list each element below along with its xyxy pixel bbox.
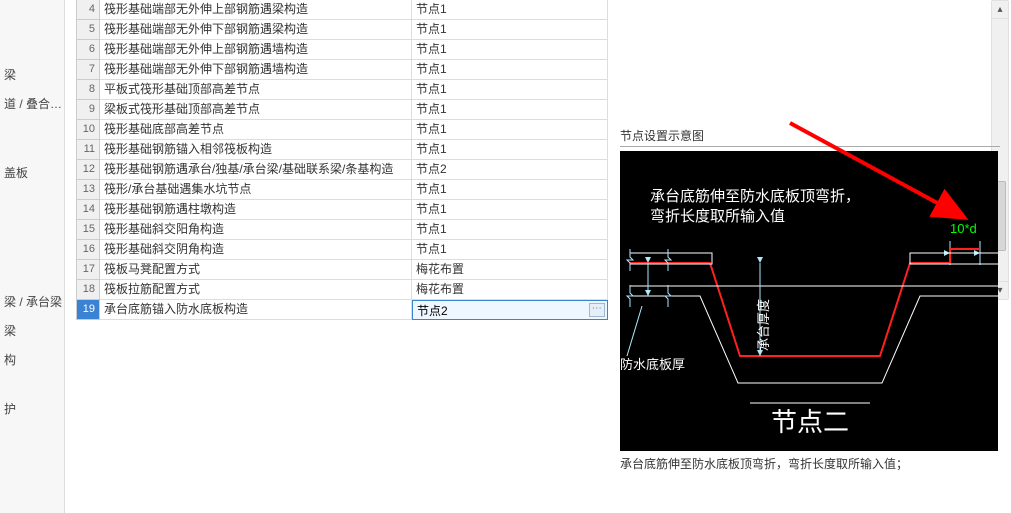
- sidebar-item[interactable]: 构: [0, 345, 64, 374]
- row-number: 11: [76, 140, 100, 160]
- diagram-desc-1: 承台底筋伸至防水底板顶弯折，: [650, 187, 860, 205]
- row-name: 筏形基础钢筋锚入相邻筏板构造: [100, 140, 412, 160]
- diagram-title: 节点设置示意图: [620, 125, 1000, 147]
- sidebar-item: [0, 118, 64, 158]
- row-name: 筏形基础钢筋遇承台/独基/承台梁/基础联系梁/条基构造: [100, 160, 412, 180]
- value-input[interactable]: [413, 301, 607, 319]
- row-number: 15: [76, 220, 100, 240]
- table-row[interactable]: 7筏形基础端部无外伸下部钢筋遇墙构造节点1: [76, 60, 610, 80]
- row-value[interactable]: 节点1: [412, 0, 608, 20]
- row-name: 筏形基础斜交阳角构造: [100, 220, 412, 240]
- sidebar-item[interactable]: 梁 / 承台梁: [0, 287, 64, 316]
- diagram-box: 承台底筋伸至防水底板顶弯折， 弯折长度取所输入值 10*d: [620, 151, 998, 451]
- row-number: 7: [76, 60, 100, 80]
- sidebar-item: [0, 187, 64, 287]
- row-value[interactable]: 节点1: [412, 240, 608, 260]
- row-name: 筏形基础钢筋遇柱墩构造: [100, 200, 412, 220]
- diagram-caption: 承台底筋伸至防水底板顶弯折，弯折长度取所输入值；: [620, 455, 1000, 472]
- sidebar-item[interactable]: 梁: [0, 60, 64, 89]
- row-number: 18: [76, 280, 100, 300]
- sidebar-item[interactable]: 盖板: [0, 158, 64, 187]
- table-row[interactable]: 18筏板拉筋配置方式梅花布置: [76, 280, 610, 300]
- settings-table: 4筏形基础端部无外伸上部钢筋遇梁构造节点15筏形基础端部无外伸下部钢筋遇梁构造节…: [76, 0, 610, 320]
- row-name: 筏形基础端部无外伸上部钢筋遇墙构造: [100, 40, 412, 60]
- row-number: 4: [76, 0, 100, 20]
- row-number: 12: [76, 160, 100, 180]
- table-row[interactable]: 4筏形基础端部无外伸上部钢筋遇梁构造节点1: [76, 0, 610, 20]
- row-number: 16: [76, 240, 100, 260]
- row-value[interactable]: 节点1: [412, 80, 608, 100]
- diagram-panel: 节点设置示意图 承台底筋伸至防水底板顶弯折， 弯折长度取所输入值 10*d: [620, 125, 1000, 472]
- sidebar-item[interactable]: 梁: [0, 316, 64, 345]
- row-name: 筏形基础斜交阴角构造: [100, 240, 412, 260]
- table-row[interactable]: 15筏形基础斜交阳角构造节点1: [76, 220, 610, 240]
- app-root: 梁 道 / 叠合… 盖板 梁 / 承台梁 梁 构 护 4筏形基础端部无外伸上部钢…: [0, 0, 1011, 513]
- table-row[interactable]: 11筏形基础钢筋锚入相邻筏板构造节点1: [76, 140, 610, 160]
- row-value[interactable]: 节点1: [412, 220, 608, 240]
- table-row[interactable]: 17筏板马凳配置方式梅花布置: [76, 260, 610, 280]
- row-number: 14: [76, 200, 100, 220]
- diagram-label-thick: 防水底板厚: [620, 357, 685, 372]
- table-row[interactable]: 14筏形基础钢筋遇柱墩构造节点1: [76, 200, 610, 220]
- diagram-footer-title: 节点二: [771, 407, 849, 437]
- row-number: 13: [76, 180, 100, 200]
- table-row[interactable]: 12筏形基础钢筋遇承台/独基/承台梁/基础联系梁/条基构造节点2: [76, 160, 610, 180]
- row-value[interactable]: 节点1: [412, 140, 608, 160]
- row-value[interactable]: 节点1: [412, 180, 608, 200]
- table-row[interactable]: 6筏形基础端部无外伸上部钢筋遇墙构造节点1: [76, 40, 610, 60]
- table-row-selected[interactable]: 19承台底筋锚入防水底板构造 ⋯: [76, 300, 610, 320]
- row-value[interactable]: 节点1: [412, 40, 608, 60]
- row-name: 筏形基础端部无外伸下部钢筋遇墙构造: [100, 60, 412, 80]
- row-name: 筏形基础底部高差节点: [100, 120, 412, 140]
- row-number: 5: [76, 20, 100, 40]
- row-value[interactable]: 节点1: [412, 60, 608, 80]
- diagram-dim-top-right: 10*d: [950, 221, 977, 236]
- scroll-up-icon[interactable]: ▴: [992, 1, 1008, 19]
- sidebar-item[interactable]: 护: [0, 394, 64, 423]
- row-name: 筏形/承台基础遇集水坑节点: [100, 180, 412, 200]
- sidebar: 梁 道 / 叠合… 盖板 梁 / 承台梁 梁 构 护: [0, 0, 65, 513]
- diagram-rebar-path: [630, 249, 980, 356]
- row-value[interactable]: 节点1: [412, 100, 608, 120]
- row-number: 6: [76, 40, 100, 60]
- table-row[interactable]: 16筏形基础斜交阴角构造节点1: [76, 240, 610, 260]
- row-name: 筏形基础端部无外伸上部钢筋遇梁构造: [100, 0, 412, 20]
- row-value[interactable]: 节点2: [412, 160, 608, 180]
- row-name: 筏板马凳配置方式: [100, 260, 412, 280]
- sidebar-item[interactable]: 道 / 叠合…: [0, 89, 64, 118]
- table-row[interactable]: 9梁板式筏形基础顶部高差节点节点1: [76, 100, 610, 120]
- row-name: 筏形基础端部无外伸下部钢筋遇梁构造: [100, 20, 412, 40]
- row-value-editor[interactable]: ⋯: [412, 300, 608, 320]
- browse-button[interactable]: ⋯: [589, 303, 605, 317]
- table-row[interactable]: 5筏形基础端部无外伸下部钢筋遇梁构造节点1: [76, 20, 610, 40]
- row-value[interactable]: 节点1: [412, 20, 608, 40]
- row-name: 平板式筏形基础顶部高差节点: [100, 80, 412, 100]
- row-number: 17: [76, 260, 100, 280]
- row-number: 10: [76, 120, 100, 140]
- diagram-svg: 承台底筋伸至防水底板顶弯折， 弯折长度取所输入值 10*d: [620, 151, 998, 451]
- row-number: 19: [76, 300, 100, 320]
- row-name: 承台底筋锚入防水底板构造: [100, 300, 412, 320]
- row-value[interactable]: 梅花布置: [412, 260, 608, 280]
- row-number: 9: [76, 100, 100, 120]
- row-name: 筏板拉筋配置方式: [100, 280, 412, 300]
- sidebar-item: [0, 374, 64, 394]
- row-value[interactable]: 节点1: [412, 120, 608, 140]
- table-row[interactable]: 10筏形基础底部高差节点节点1: [76, 120, 610, 140]
- row-name: 梁板式筏形基础顶部高差节点: [100, 100, 412, 120]
- diagram-desc-2: 弯折长度取所输入值: [650, 208, 785, 225]
- row-value[interactable]: 节点1: [412, 200, 608, 220]
- table-row[interactable]: 8平板式筏形基础顶部高差节点节点1: [76, 80, 610, 100]
- table-row[interactable]: 13筏形/承台基础遇集水坑节点节点1: [76, 180, 610, 200]
- row-value[interactable]: 梅花布置: [412, 280, 608, 300]
- row-number: 8: [76, 80, 100, 100]
- diagram-label-cap: 承台厚度: [756, 299, 771, 351]
